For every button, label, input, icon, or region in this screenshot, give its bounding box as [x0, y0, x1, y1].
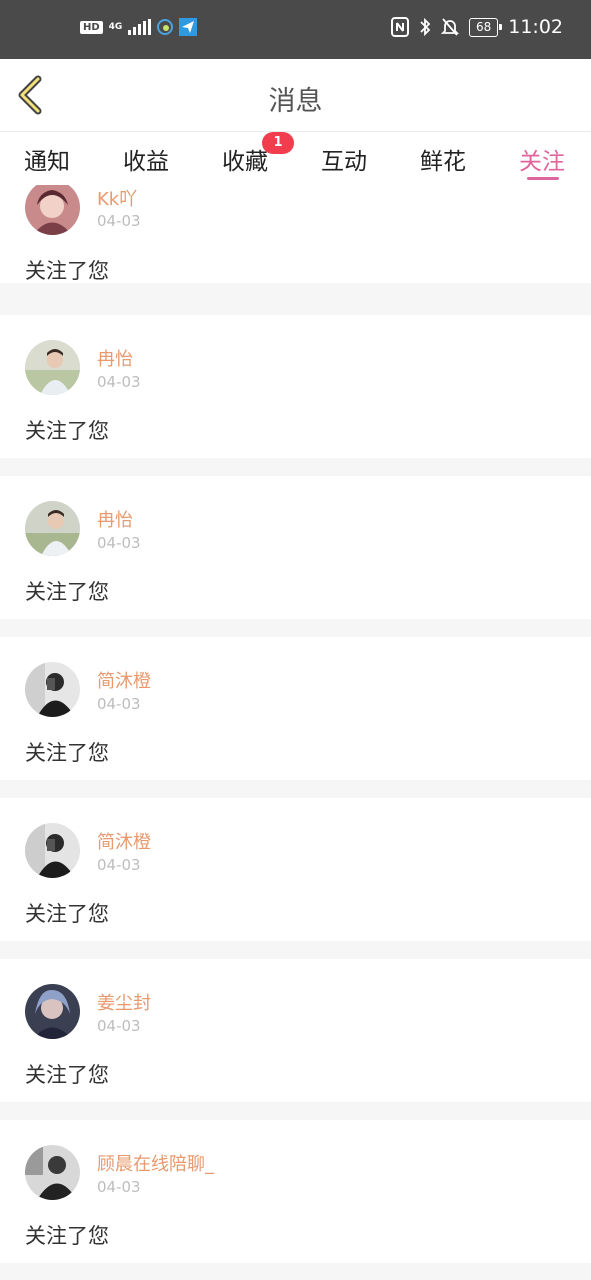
page-title: 消息	[268, 86, 323, 117]
tab-label: 通知	[24, 149, 70, 175]
app-header: 消息	[0, 59, 591, 132]
tab-notifications[interactable]: 通知	[24, 142, 70, 176]
list-item[interactable]: 简沐橙 04-03 关注了您	[0, 798, 591, 941]
list-item[interactable]: 顾晨在线陪聊_ 04-03 关注了您	[0, 1120, 591, 1263]
tab-flowers[interactable]: 鲜花	[420, 142, 466, 176]
signal-icon	[128, 19, 152, 35]
username[interactable]: 姜尘封	[97, 989, 151, 1015]
avatar[interactable]	[25, 984, 80, 1039]
tab-label: 收藏	[222, 149, 268, 175]
avatar[interactable]	[25, 823, 80, 878]
follow-message: 关注了您	[25, 741, 109, 765]
tab-label: 鲜花	[420, 149, 466, 175]
unread-badge: 1	[262, 132, 294, 154]
username[interactable]: 冉怡	[97, 345, 133, 371]
list-item[interactable]: Kk吖 04-03 关注了您	[0, 185, 591, 283]
follow-date: 04-03	[97, 534, 141, 552]
status-right: 68 11:02	[390, 16, 563, 38]
username[interactable]: 简沐橙	[97, 667, 151, 693]
battery-indicator: 68	[468, 17, 503, 37]
follow-date: 04-03	[97, 856, 141, 874]
follow-date: 04-03	[97, 212, 141, 230]
follow-date: 04-03	[97, 1178, 141, 1196]
tab-earnings[interactable]: 收益	[123, 142, 169, 176]
bell-off-icon	[440, 18, 459, 36]
clock: 11:02	[508, 16, 563, 38]
tab-following[interactable]: 关注	[519, 142, 565, 176]
list-item[interactable]: 冉怡 04-03 关注了您	[0, 315, 591, 458]
follow-message: 关注了您	[25, 902, 109, 926]
username[interactable]: 顾晨在线陪聊_	[97, 1150, 214, 1176]
list-item[interactable]: 姜尘封 04-03 关注了您	[0, 959, 591, 1102]
follow-message: 关注了您	[25, 1224, 109, 1248]
follow-date: 04-03	[97, 373, 141, 391]
bluetooth-icon	[420, 17, 431, 37]
status-left: HD 4G	[80, 18, 198, 36]
follow-message: 关注了您	[25, 259, 109, 283]
follow-list: Kk吖 04-03 关注了您 冉怡 04-03 关注了您 冉怡 04-03 关注…	[0, 185, 591, 1280]
network-indicator: 4G	[108, 21, 123, 32]
tab-favorites[interactable]: 收藏 1	[222, 132, 294, 176]
tab-bar: 通知 收益 收藏 1 互动 鲜花 关注	[0, 132, 591, 185]
active-tab-indicator	[527, 177, 559, 180]
username[interactable]: Kk吖	[97, 185, 137, 211]
app-notification-icon	[157, 19, 174, 35]
username[interactable]: 冉怡	[97, 506, 133, 532]
list-item[interactable]: 冉怡 04-03 关注了您	[0, 476, 591, 619]
follow-message: 关注了您	[25, 1063, 109, 1087]
paper-plane-icon	[179, 18, 198, 36]
tab-label: 互动	[321, 149, 367, 175]
list-item[interactable]: 简沐橙 04-03 关注了您	[0, 637, 591, 780]
avatar[interactable]	[25, 501, 80, 556]
follow-date: 04-03	[97, 695, 141, 713]
tab-interactions[interactable]: 互动	[321, 142, 367, 176]
username[interactable]: 简沐橙	[97, 828, 151, 854]
follow-message: 关注了您	[25, 419, 109, 443]
tab-label: 收益	[123, 149, 169, 175]
hd-indicator: HD	[80, 20, 103, 34]
tab-label: 关注	[519, 149, 565, 175]
avatar[interactable]	[25, 1145, 80, 1200]
nfc-icon	[390, 17, 409, 37]
status-bar: HD 4G 68 11:02	[0, 0, 591, 59]
avatar[interactable]	[25, 662, 80, 717]
follow-date: 04-03	[97, 1017, 141, 1035]
avatar[interactable]	[25, 185, 80, 235]
follow-message: 关注了您	[25, 580, 109, 604]
avatar[interactable]	[25, 340, 80, 395]
